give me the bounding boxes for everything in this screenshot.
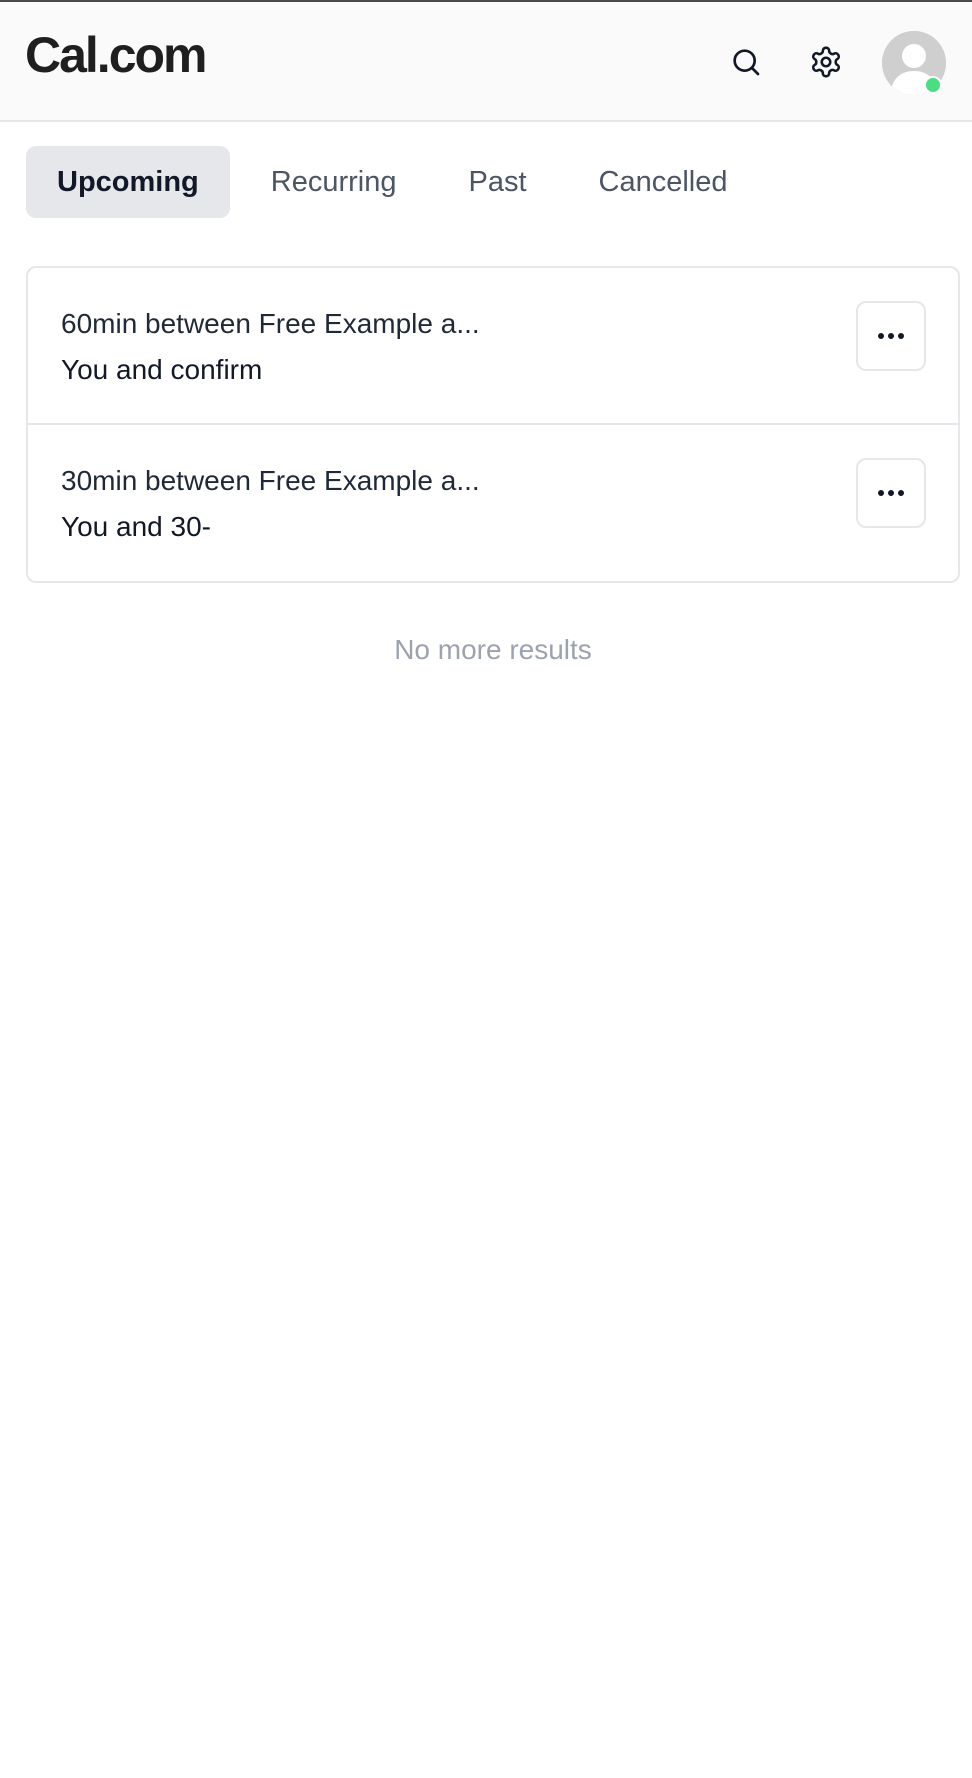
settings-button[interactable] (808, 44, 844, 80)
tab-upcoming[interactable]: Upcoming (26, 146, 230, 218)
tab-past[interactable]: Past (438, 146, 558, 218)
more-horizontal-icon (878, 490, 904, 496)
more-horizontal-icon (878, 333, 904, 339)
booking-attendees: You and confirm (61, 354, 263, 385)
booking-item[interactable]: 60min between Free Example a... You and … (28, 268, 958, 425)
top-bar: Cal.com (0, 0, 972, 122)
booking-attendees: You and 30- (61, 511, 211, 542)
app-logo[interactable]: Cal.com (25, 30, 208, 80)
search-icon (730, 46, 762, 78)
tab-recurring[interactable]: Recurring (240, 146, 428, 218)
booking-options-button[interactable] (856, 458, 926, 528)
search-button[interactable] (728, 44, 764, 80)
online-status-dot (924, 76, 942, 94)
booking-tabs: Upcoming Recurring Past Cancelled (26, 146, 769, 218)
gear-icon (809, 45, 843, 79)
tab-cancelled[interactable]: Cancelled (568, 146, 759, 218)
booking-title: 30min between Free Example a... (61, 465, 480, 496)
bookings-list: 60min between Free Example a... You and … (26, 266, 960, 583)
booking-options-button[interactable] (856, 301, 926, 371)
no-more-results-text: No more results (394, 634, 592, 665)
booking-item[interactable]: 30min between Free Example a... You and … (28, 425, 958, 581)
booking-title: 60min between Free Example a... (61, 308, 480, 339)
